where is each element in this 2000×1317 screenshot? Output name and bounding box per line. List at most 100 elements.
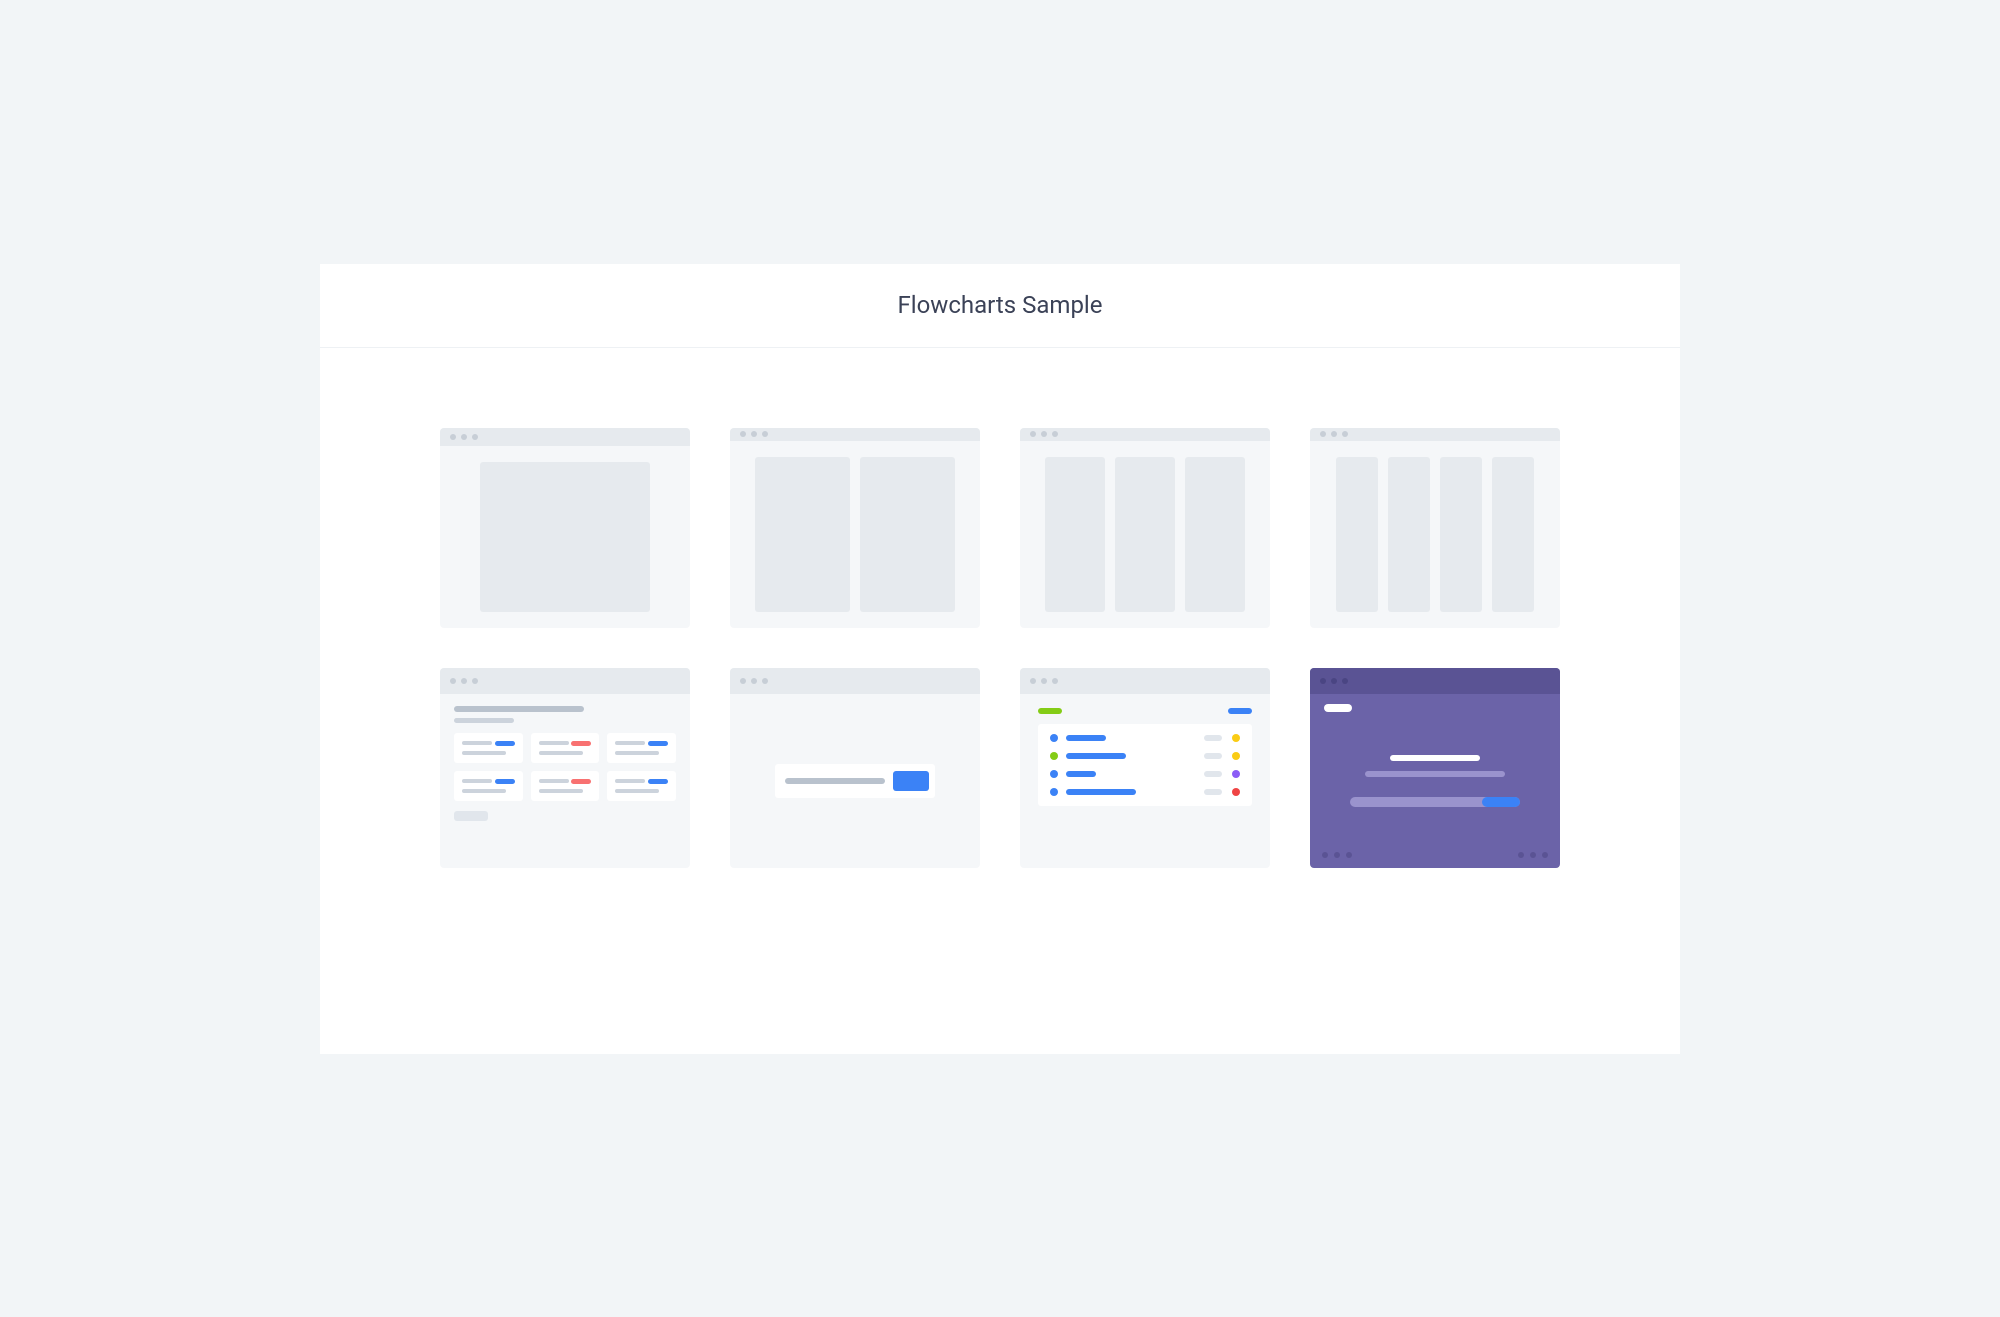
window-body [1310,441,1560,628]
status-dot-icon [1050,770,1058,778]
window-dot-icon [1030,431,1036,437]
window-titlebar [730,428,980,441]
task-bar [1066,735,1106,741]
logo-pill [1324,704,1352,712]
window-dot-icon [762,431,768,437]
status-label [1038,708,1062,714]
window-dot-icon [472,434,478,440]
footer-dots-right [1518,852,1548,858]
text-line [615,779,645,783]
window-dot-icon [1331,431,1337,437]
window-dot-icon [1342,431,1348,437]
window-dot-icon [751,678,757,684]
text-line [539,741,569,745]
task-body [1020,694,1270,868]
window-dot-icon [740,678,746,684]
content-block [1336,457,1378,612]
window-titlebar [1310,428,1560,441]
kanban-card [607,733,676,763]
window-dot-icon [472,678,478,684]
kanban-card [454,771,523,801]
kanban-card [531,771,600,801]
kanban-card [607,771,676,801]
window-dot-icon [751,431,757,437]
text-line [539,779,569,783]
task-bar [1066,789,1136,795]
content-block [1492,457,1534,612]
search-body [730,694,980,868]
status-label [1228,708,1252,714]
text-line [615,789,659,793]
kanban-card [531,733,600,763]
content-block [860,457,955,612]
window-dot-icon [450,434,456,440]
window-titlebar [1020,668,1270,694]
tag-chip [495,779,515,784]
window-dot-icon [1320,431,1326,437]
text-line [462,779,492,783]
wireframe-tile-dark-onboarding[interactable] [1310,668,1560,868]
window-titlebar [440,668,690,694]
tag-chip [648,779,668,784]
priority-dot-icon [1232,770,1240,778]
kanban-heading [440,694,690,729]
content-block [1185,457,1245,612]
window-titlebar [440,428,690,446]
wireframe-tile-two-column[interactable] [730,428,980,628]
task-bar [1066,753,1126,759]
dot-icon [1530,852,1536,858]
window-dot-icon [762,678,768,684]
task-header [1038,708,1252,714]
search-text-line [785,778,885,784]
task-bar [1066,771,1096,777]
kanban-footer [440,811,690,833]
meta-block [1204,735,1222,741]
heading-line [1390,755,1480,761]
window-dot-icon [1030,678,1036,684]
content-block [1115,457,1175,612]
dot-icon [1518,852,1524,858]
text-line [615,751,659,755]
tag-chip [648,741,668,746]
window-dot-icon [450,678,456,684]
wireframe-tile-kanban[interactable] [440,668,690,868]
subheading-line [454,718,514,723]
content-block [480,462,650,612]
text-line [462,741,492,745]
content-block [1440,457,1482,612]
window-titlebar [1020,428,1270,441]
content-block [755,457,850,612]
kanban-card [454,733,523,763]
text-line [462,789,506,793]
header: Flowcharts Sample [320,264,1680,348]
window-dot-icon [1320,678,1326,684]
wireframe-tile-tasklist[interactable] [1020,668,1270,868]
window-dot-icon [1052,431,1058,437]
footer-dots-left [1322,852,1352,858]
wireframe-tile-three-column[interactable] [1020,428,1270,628]
status-dot-icon [1050,734,1058,742]
wireframe-tile-search[interactable] [730,668,980,868]
dot-icon [1542,852,1548,858]
window-body [730,441,980,628]
task-card [1038,724,1252,806]
dot-icon [1322,852,1328,858]
text-line [539,789,583,793]
priority-dot-icon [1232,752,1240,760]
text-line [615,741,645,745]
wireframe-tile-four-column[interactable] [1310,428,1560,628]
gallery-body [320,348,1680,1054]
search-button [893,771,929,791]
window-body [440,446,690,628]
page-title: Flowcharts Sample [898,291,1103,319]
window-dot-icon [1052,678,1058,684]
text-line [462,751,506,755]
heading-line [454,706,584,712]
task-row [1050,770,1240,778]
task-row [1050,752,1240,760]
window-dot-icon [1342,678,1348,684]
task-row [1050,734,1240,742]
window-dot-icon [461,678,467,684]
dot-icon [1334,852,1340,858]
wireframe-tile-single[interactable] [440,428,690,628]
